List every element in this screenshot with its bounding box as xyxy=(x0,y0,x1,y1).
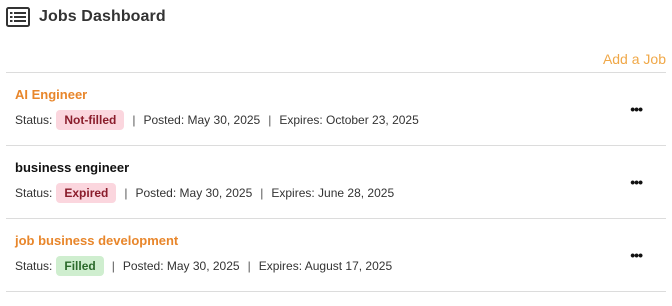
job-meta: Status: Filled | Posted: May 30, 2025 | … xyxy=(15,256,392,276)
job-row: job business development Status: Filled … xyxy=(6,219,666,292)
job-row: business engineer Status: Expired | Post… xyxy=(6,146,666,219)
posted-date: Posted: May 30, 2025 xyxy=(135,186,253,200)
more-options-icon[interactable]: ••• xyxy=(630,102,643,116)
job-meta: Status: Expired | Posted: May 30, 2025 |… xyxy=(15,183,394,203)
separator: | xyxy=(260,186,264,200)
job-title-link[interactable]: AI Engineer xyxy=(15,87,87,102)
status-label: Status: xyxy=(15,259,53,273)
job-meta: Status: Not-filled | Posted: May 30, 202… xyxy=(15,110,419,130)
add-job-link[interactable]: Add a Job xyxy=(603,51,666,67)
jobs-list: AI Engineer Status: Not-filled | Posted:… xyxy=(6,72,666,292)
more-options-icon[interactable]: ••• xyxy=(630,248,643,262)
page-title: Jobs Dashboard xyxy=(39,8,166,25)
separator: | xyxy=(132,113,136,127)
status-label: Status: xyxy=(15,186,53,200)
status-badge: Filled xyxy=(56,256,104,276)
posted-date: Posted: May 30, 2025 xyxy=(122,259,240,273)
status-badge: Expired xyxy=(56,183,117,203)
posted-date: Posted: May 30, 2025 xyxy=(143,113,261,127)
expires-date: Expires: June 28, 2025 xyxy=(271,186,395,200)
job-title-link[interactable]: job business development xyxy=(15,233,178,248)
separator: | xyxy=(111,259,115,273)
job-row: AI Engineer Status: Not-filled | Posted:… xyxy=(6,73,666,146)
separator: | xyxy=(124,186,128,200)
expires-date: Expires: August 17, 2025 xyxy=(258,259,393,273)
separator: | xyxy=(268,113,272,127)
status-badge: Not-filled xyxy=(56,110,125,130)
separator: | xyxy=(247,259,251,273)
more-options-icon[interactable]: ••• xyxy=(630,175,643,189)
expires-date: Expires: October 23, 2025 xyxy=(279,113,419,127)
status-label: Status: xyxy=(15,113,53,127)
job-title-link[interactable]: business engineer xyxy=(15,160,129,175)
page-header: Jobs Dashboard xyxy=(6,6,166,28)
list-icon xyxy=(6,7,30,27)
